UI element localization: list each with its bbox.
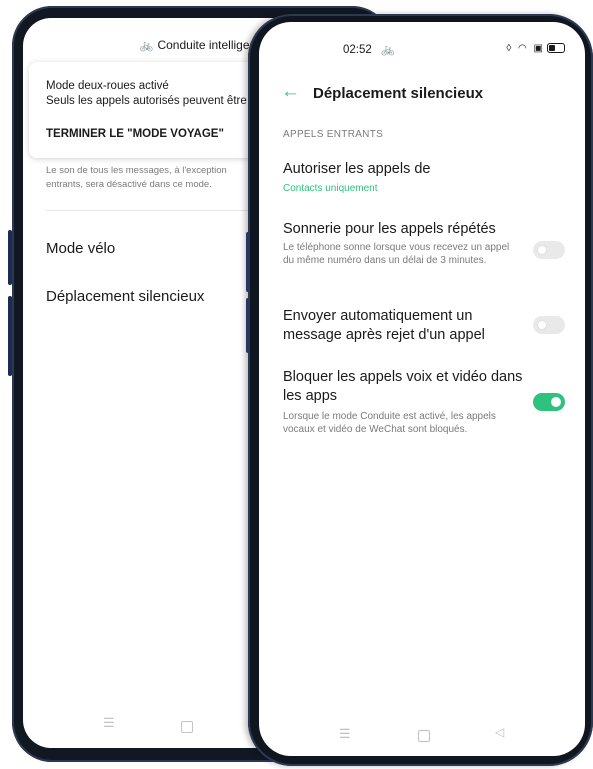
home-icon[interactable] — [181, 721, 193, 733]
toggle-knob — [551, 397, 561, 407]
menu-icon[interactable]: ☰ — [339, 726, 351, 742]
status-icons: ◊ ◠ ▣ — [506, 43, 565, 54]
auto-message-toggle[interactable] — [533, 316, 565, 334]
status-time: 02:52 — [343, 44, 372, 56]
front-phone-volume-button — [246, 232, 250, 292]
toggle-knob — [537, 245, 547, 255]
block-app-calls-title: Bloquer les appels voix et vidéo dans le… — [283, 369, 523, 404]
home-icon[interactable] — [418, 730, 430, 742]
battery-icon — [547, 43, 565, 54]
bicycle-icon: 🚲 — [139, 40, 154, 52]
allow-calls-from-value: Contacts uniquement — [283, 183, 378, 194]
back-phone-volume-button — [8, 230, 12, 285]
block-app-calls-toggle[interactable] — [533, 393, 565, 411]
allow-calls-from-item[interactable]: Autoriser les appels de — [283, 160, 523, 179]
bicycle-icon: 🚲 — [381, 44, 395, 56]
block-app-calls-description: Lorsque le mode Conduite est activé, les… — [283, 411, 496, 435]
back-description: Le son de tous les messages, à l'excepti… — [46, 165, 227, 190]
menu-item-silent-travel[interactable]: Déplacement silencieux — [46, 288, 204, 305]
repeated-calls-toggle[interactable] — [533, 241, 565, 259]
back-triangle-icon[interactable]: ◁ — [495, 725, 504, 739]
card-status-line: Mode deux-roues activé — [46, 80, 169, 92]
toggle-knob — [537, 320, 547, 330]
card-info-line: Seuls les appels autorisés peuvent être — [46, 95, 247, 107]
status-signal-icons: ◊ ◠ ▣ — [506, 43, 545, 54]
back-arrow-icon[interactable]: ← — [281, 82, 300, 101]
repeated-calls-title: Sonnerie pour les appels répétés — [283, 221, 496, 237]
back-phone-side-button — [8, 296, 12, 376]
auto-message-title: Envoyer automatiquement un message après… — [283, 308, 485, 343]
menu-icon[interactable]: ☰ — [103, 715, 115, 731]
menu-item-bike-mode[interactable]: Mode vélo — [46, 240, 115, 257]
section-header-incoming-calls: APPELS ENTRANTS — [283, 129, 384, 140]
repeated-calls-description: Le téléphone sonne lorsque vous recevez … — [283, 242, 510, 266]
front-phone-screen: 02:52 🚲 ◊ ◠ ▣ ← Déplacement silencieux A… — [259, 22, 585, 756]
front-phone-side-button — [246, 298, 250, 353]
page-title: Déplacement silencieux — [313, 85, 484, 102]
end-travel-mode-button[interactable]: TERMINER LE "MODE VOYAGE" — [46, 128, 224, 140]
